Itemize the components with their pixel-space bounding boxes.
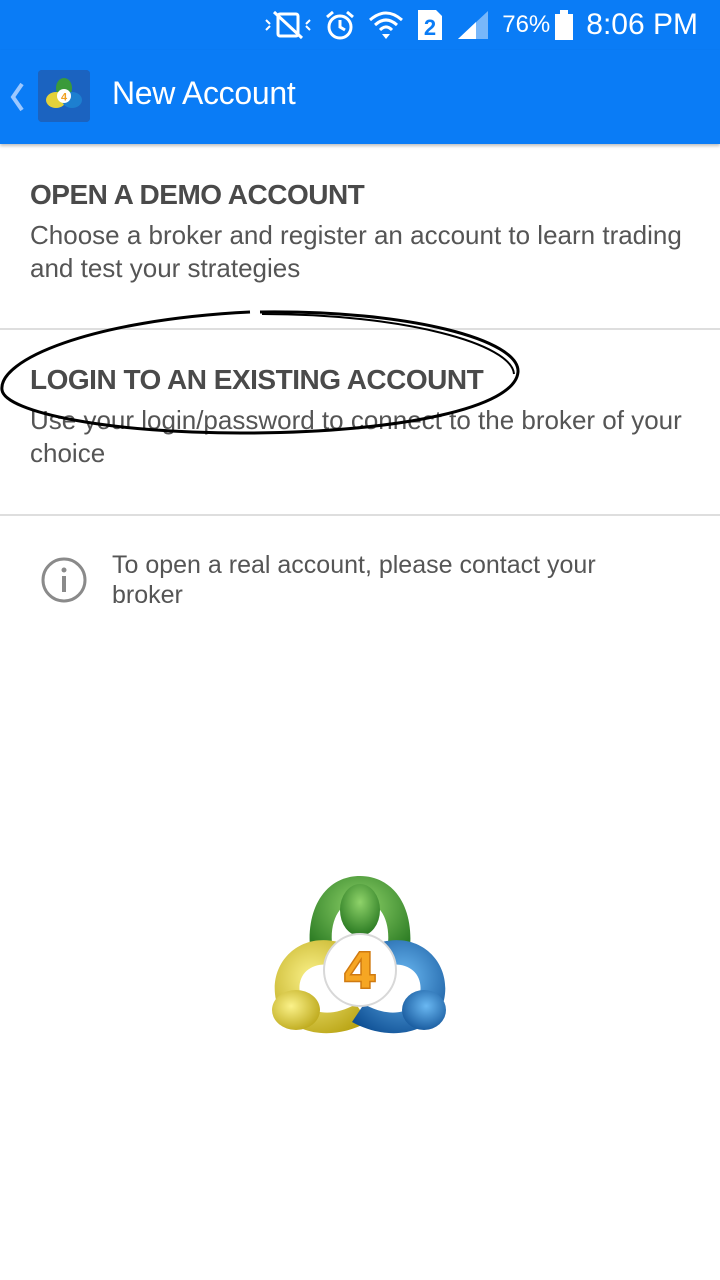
page-title: New Account (112, 75, 296, 111)
sim-2-icon: 2 (416, 8, 444, 42)
login-existing-account-option[interactable]: LOGIN TO AN EXISTING ACCOUNT Use your lo… (0, 329, 720, 515)
info-text: To open a real account, please contact y… (112, 551, 596, 609)
action-bar: 4 New Account (0, 50, 720, 144)
metatrader-4-app-icon[interactable]: 4 (38, 70, 90, 122)
info-icon (41, 557, 87, 603)
alarm-icon (324, 9, 356, 41)
battery-percent: 76% (502, 11, 551, 38)
wifi-icon (368, 9, 404, 41)
status-time: 8:06 PM (586, 8, 698, 41)
option-title: LOGIN TO AN EXISTING ACCOUNT (30, 364, 484, 395)
real-account-info: To open a real account, please contact y… (0, 540, 720, 630)
svg-text:4: 4 (61, 92, 68, 104)
divider (0, 514, 720, 516)
mute-vibrate-icon (264, 10, 312, 40)
status-icons: 2 76% 8:06 PM (264, 0, 720, 50)
option-title: OPEN A DEMO ACCOUNT (30, 179, 365, 210)
battery-icon (554, 9, 574, 41)
open-demo-account-option[interactable]: OPEN A DEMO ACCOUNT Choose a broker and … (0, 144, 720, 328)
option-description: Use your login/password to connect to th… (30, 405, 682, 468)
option-description: Choose a broker and register an account … (30, 220, 682, 283)
svg-text:2: 2 (424, 15, 436, 40)
status-bar: 2 76% 8:06 PM (0, 0, 720, 50)
chevron-left-icon[interactable] (6, 80, 28, 114)
logo-number: 4 (343, 942, 378, 1000)
metatrader-4-logo: 4 (272, 876, 446, 1034)
signal-icon (456, 9, 490, 41)
new-account-screen: 2 76% 8:06 PM 4 New Account OPEN A DEMO … (0, 0, 720, 1280)
